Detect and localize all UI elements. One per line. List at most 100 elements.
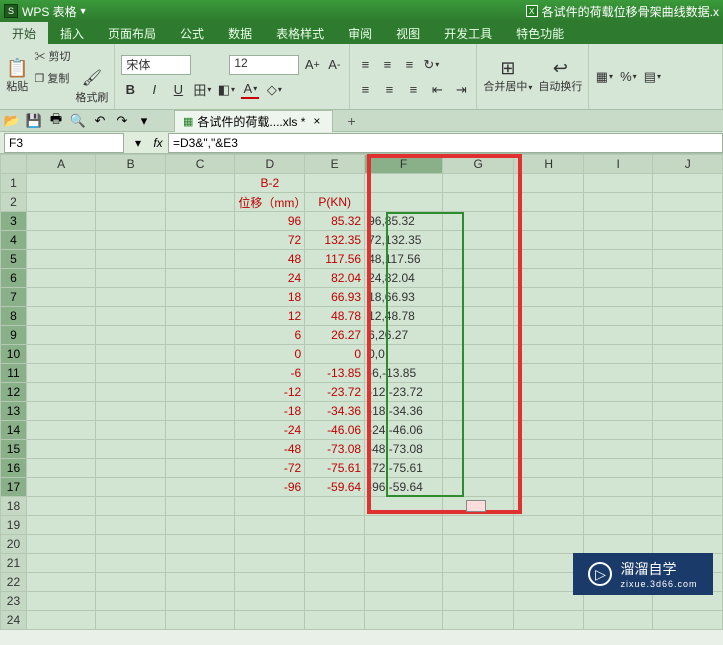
- cell[interactable]: -12,-23.72: [365, 383, 443, 402]
- copy-button[interactable]: ❐ 复制: [34, 70, 69, 105]
- menu-review[interactable]: 审阅: [336, 22, 384, 44]
- cell[interactable]: [583, 269, 652, 288]
- cell[interactable]: [583, 516, 652, 535]
- increase-font-button[interactable]: A+: [303, 56, 321, 74]
- cell[interactable]: [26, 269, 96, 288]
- cell[interactable]: [514, 231, 584, 250]
- cell[interactable]: [26, 459, 96, 478]
- cell[interactable]: 48.78: [305, 307, 365, 326]
- workbook-tab[interactable]: ▦ 各试件的荷载....xls * ×: [174, 110, 333, 132]
- name-box[interactable]: F3: [4, 133, 124, 153]
- row-header-12[interactable]: 12: [1, 383, 27, 402]
- underline-button[interactable]: U: [169, 81, 187, 99]
- cell[interactable]: [653, 231, 723, 250]
- cell[interactable]: [165, 554, 235, 573]
- cell[interactable]: [165, 250, 235, 269]
- cell[interactable]: 6: [235, 326, 305, 345]
- row-header-6[interactable]: 6: [1, 269, 27, 288]
- cell[interactable]: [235, 592, 305, 611]
- cell[interactable]: [26, 497, 96, 516]
- cell[interactable]: -6,-13.85: [365, 364, 443, 383]
- cell[interactable]: 117.56: [305, 250, 365, 269]
- row-header-18[interactable]: 18: [1, 497, 27, 516]
- cell[interactable]: 66.93: [305, 288, 365, 307]
- align-right-button[interactable]: ≡: [404, 81, 422, 99]
- cell[interactable]: [583, 345, 652, 364]
- cell[interactable]: 85.32: [305, 212, 365, 231]
- cell[interactable]: [442, 345, 514, 364]
- cell[interactable]: 48: [235, 250, 305, 269]
- row-header-3[interactable]: 3: [1, 212, 27, 231]
- cell[interactable]: -24,-46.06: [365, 421, 443, 440]
- cell[interactable]: -34.36: [305, 402, 365, 421]
- cell[interactable]: [165, 288, 235, 307]
- cell[interactable]: [165, 535, 235, 554]
- cell[interactable]: [365, 516, 443, 535]
- cell[interactable]: [653, 250, 723, 269]
- cell[interactable]: [96, 212, 166, 231]
- cell[interactable]: [514, 497, 584, 516]
- indent-increase-button[interactable]: ⇥: [452, 81, 470, 99]
- row-header-4[interactable]: 4: [1, 231, 27, 250]
- col-header-A[interactable]: A: [26, 155, 96, 174]
- cell[interactable]: [165, 516, 235, 535]
- cell[interactable]: [305, 611, 365, 630]
- cell[interactable]: [653, 193, 723, 212]
- cell[interactable]: [235, 611, 305, 630]
- row-header-11[interactable]: 11: [1, 364, 27, 383]
- cell[interactable]: [96, 288, 166, 307]
- cell[interactable]: [442, 250, 514, 269]
- cell[interactable]: [96, 383, 166, 402]
- align-center-button[interactable]: ≡: [380, 81, 398, 99]
- cell[interactable]: [165, 383, 235, 402]
- row-header-23[interactable]: 23: [1, 592, 27, 611]
- cell[interactable]: [514, 421, 584, 440]
- cell[interactable]: -46.06: [305, 421, 365, 440]
- paste-button[interactable]: 📋 粘贴: [6, 59, 28, 94]
- row-header-19[interactable]: 19: [1, 516, 27, 535]
- cell[interactable]: [583, 421, 652, 440]
- menu-dev-tools[interactable]: 开发工具: [432, 22, 504, 44]
- cell[interactable]: B-2: [235, 174, 305, 193]
- cell[interactable]: [365, 497, 443, 516]
- row-header-16[interactable]: 16: [1, 459, 27, 478]
- cell[interactable]: [653, 459, 723, 478]
- cell[interactable]: [305, 535, 365, 554]
- cell[interactable]: [165, 193, 235, 212]
- cell[interactable]: [514, 174, 584, 193]
- col-header-H[interactable]: H: [514, 155, 584, 174]
- cut-button[interactable]: ✂ 剪切: [34, 48, 108, 64]
- cell[interactable]: 72: [235, 231, 305, 250]
- align-left-button[interactable]: ≡: [356, 81, 374, 99]
- cell[interactable]: 12: [235, 307, 305, 326]
- format-dropdown-3[interactable]: ▤▾: [643, 68, 661, 86]
- cell[interactable]: [583, 402, 652, 421]
- row-header-20[interactable]: 20: [1, 535, 27, 554]
- cell[interactable]: [26, 231, 96, 250]
- cell[interactable]: [583, 459, 652, 478]
- cell[interactable]: [514, 535, 584, 554]
- cell[interactable]: [653, 535, 723, 554]
- cell[interactable]: [514, 193, 584, 212]
- cell[interactable]: [442, 326, 514, 345]
- cell[interactable]: [235, 516, 305, 535]
- row-header-21[interactable]: 21: [1, 554, 27, 573]
- cell[interactable]: 48,117.56: [365, 250, 443, 269]
- cell[interactable]: 96,85.32: [365, 212, 443, 231]
- cell[interactable]: [514, 269, 584, 288]
- cell[interactable]: [96, 478, 166, 497]
- cell[interactable]: [442, 573, 514, 592]
- fx-dropdown-icon[interactable]: ▾: [128, 136, 148, 150]
- cell[interactable]: [96, 269, 166, 288]
- menu-special[interactable]: 特色功能: [504, 22, 576, 44]
- decrease-font-button[interactable]: A-: [325, 56, 343, 74]
- cell[interactable]: [442, 421, 514, 440]
- col-header-G[interactable]: G: [442, 155, 514, 174]
- cell[interactable]: [26, 535, 96, 554]
- cell[interactable]: [365, 592, 443, 611]
- tab-close-button[interactable]: ×: [309, 114, 324, 128]
- cell[interactable]: [165, 364, 235, 383]
- cell[interactable]: [442, 193, 514, 212]
- cell[interactable]: [514, 212, 584, 231]
- menu-data[interactable]: 数据: [216, 22, 264, 44]
